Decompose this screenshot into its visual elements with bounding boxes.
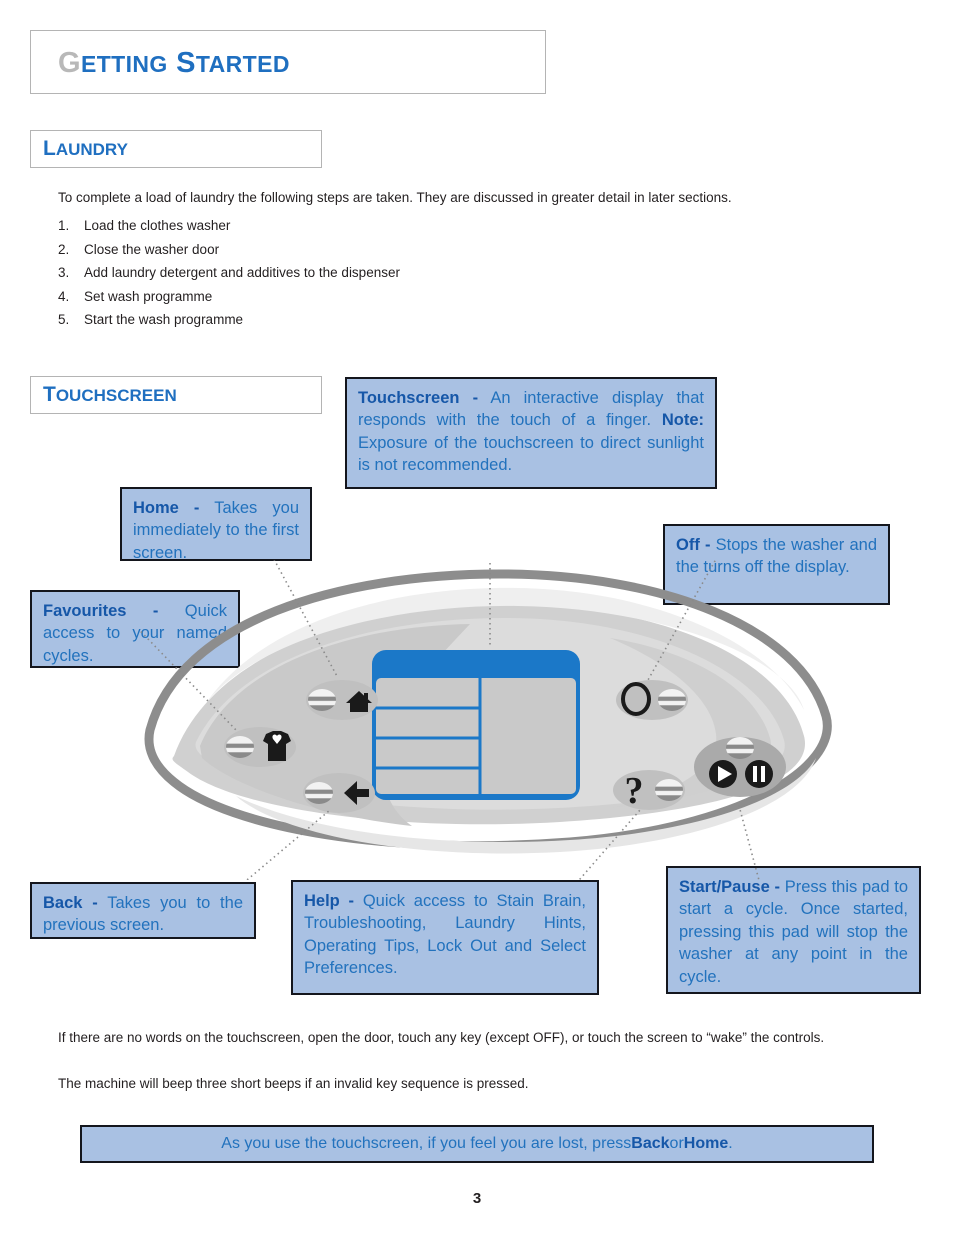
play-icon [709,760,737,788]
tip-back-label: Back [631,1135,670,1152]
section-touchscreen-rest: OUCHSCREEN [55,386,177,405]
section-header-laundry: LAUNDRY [30,130,322,168]
start-pause-key[interactable] [694,737,786,797]
callout-help-term: Help - [304,892,355,910]
tip-banner: As you use the touchscreen, if you feel … [80,1125,874,1163]
chapter-title-word2: TARTED [195,51,290,77]
callout-touchscreen-note-body: Exposure of the touchscreen to direct su… [358,433,704,475]
control-panel-diagram: ? [140,560,840,880]
section-header-touchscreen-label: TOUCHSCREEN [43,383,177,407]
list-item: 5. Start the wash programme [58,308,758,332]
callout-home-term: Home - [133,499,200,517]
chapter-title-initial2: S [176,47,196,79]
laundry-intro-paragraph: To complete a load of laundry the follow… [58,190,732,205]
step-text: Add laundry detergent and additives to t… [84,265,400,280]
tip-home-label: Home [683,1135,729,1152]
leader-back [245,809,331,880]
step-number: 5. [58,312,70,327]
off-key[interactable] [616,680,688,720]
laundry-step-list: 1. Load the clothes washer 2. Close the wa… [58,214,758,332]
home-key[interactable] [306,680,378,720]
step-text: Load the clothes washer [84,218,231,233]
list-item: 2. Close the washer door [58,238,758,262]
chapter-title-word1: ETTING [80,51,168,77]
tip-part2: or [669,1135,684,1152]
section-header-touchscreen: TOUCHSCREEN [30,376,322,414]
list-item: 1. Load the clothes washer [58,214,758,238]
chapter-header-box: GETTING STARTED [30,30,546,94]
pause-icon [745,760,773,788]
page-title: GETTING STARTED [58,47,290,80]
page-number: 3 [472,1190,482,1207]
callout-start-pause: Start/Pause - Press this pad to start a … [666,866,921,994]
note-wake-controls: If there are no words on the touchscreen… [58,1030,825,1045]
section-header-laundry-label: LAUNDRY [43,137,128,161]
question-mark-icon: ? [625,770,644,812]
section-touchscreen-initial: T [43,383,56,406]
step-text: Close the washer door [84,241,220,257]
touchscreen-display [372,650,580,800]
favourites-key[interactable] [224,727,296,767]
callout-touchscreen-term: Touchscreen - [358,389,479,407]
step-number: 3. [58,265,70,280]
list-item: 3. Add laundry detergent and additives to… [58,261,758,285]
back-key[interactable] [303,773,375,813]
step-number: 1. [58,218,70,233]
manual-page: GETTING STARTED LAUNDRY To complete a lo… [0,0,954,1235]
callout-off-term: Off - [676,536,711,554]
callout-start-pause-term: Start/Pause - [679,878,780,896]
section-laundry-initial: L [43,137,56,160]
callout-back: Back - Takes you to the previous screen. [30,882,256,939]
step-number: 4. [58,288,70,304]
callout-touchscreen: Touchscreen - An interactive display tha… [345,377,717,489]
tip-part3: . [728,1135,733,1152]
callout-touchscreen-note-label: Note: [661,411,704,430]
step-number: 2. [58,241,70,257]
tip-part1: As you use the touchscreen, if you feel … [221,1135,632,1152]
callout-help: Help - Quick access to Stain Brain, Trou… [291,880,599,995]
list-item: 4. Set wash programme [58,285,758,309]
step-text: Start the wash programme [84,312,244,327]
chapter-title-initial: G [58,47,81,79]
step-text: Set wash programme [84,288,213,304]
section-laundry-rest: AUNDRY [55,140,128,159]
callout-home: Home - Takes you immediately to the firs… [120,487,312,562]
callout-back-term: Back - [43,894,98,912]
note-beep: The machine will beep three short beeps … [58,1076,529,1091]
